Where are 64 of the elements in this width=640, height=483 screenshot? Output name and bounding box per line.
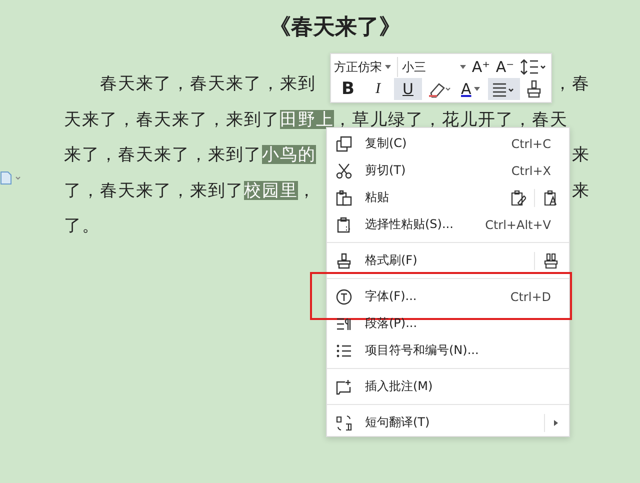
body-text: 了。 (64, 216, 100, 235)
size-dropdown[interactable]: 小三 (400, 57, 468, 77)
italic-button[interactable]: I (367, 78, 389, 100)
body-text: 来 (572, 145, 590, 164)
body-text: 春天来了，春天来了，来到 (100, 74, 316, 93)
menu-item[interactable]: 格式刷(F) (327, 247, 569, 274)
shrink-font-button[interactable]: A⁻ (494, 56, 516, 78)
menu-item[interactable]: 字体(F)... Ctrl+D (327, 283, 569, 310)
scissors-icon (336, 162, 352, 178)
body-text: 天来了，春天来了，来到了 (64, 110, 280, 128)
format-painter-icon (336, 252, 352, 268)
selected-text: 小鸟的 (262, 145, 316, 164)
selected-text: 田野上 (280, 110, 334, 128)
paste-edit-icon[interactable] (510, 190, 526, 206)
bold-button[interactable]: B (337, 78, 359, 100)
clipboard-icon (336, 190, 352, 206)
format-painter-icon[interactable] (525, 80, 543, 98)
shortcut-text: Ctrl+D (510, 290, 551, 304)
translate-icon (336, 414, 352, 430)
menu-item[interactable]: 选择性粘贴(S)... Ctrl+Alt+V (327, 211, 569, 238)
caret-icon (460, 65, 466, 69)
menu-item-label: 段落(P)... (365, 315, 418, 332)
format-painter-icon[interactable] (543, 252, 559, 268)
body-text: ，草儿绿了，花儿开了，春天 (334, 110, 568, 128)
clipboard-icon (336, 216, 352, 232)
body-text: ， (298, 180, 316, 200)
document-title: 《春天来了》 (268, 13, 402, 41)
body-text: 来了，春天来了，来到了 (64, 145, 262, 164)
shortcut-text: Ctrl+X (511, 164, 551, 178)
selected-text: 校园里 (244, 180, 298, 200)
menu-item[interactable]: 剪切(T) Ctrl+X (327, 157, 569, 184)
font-color-button[interactable]: A (461, 78, 483, 100)
menu-item[interactable]: 短句翻译(T) (327, 409, 569, 436)
shortcut-text: Ctrl+Alt+V (485, 218, 551, 232)
caret-icon (385, 65, 391, 69)
body-text: 了，春天来了，来到了 (64, 180, 244, 200)
font-dropdown[interactable]: 方正仿宋 (334, 57, 398, 77)
menu-item-label: 选择性粘贴(S)... (365, 216, 454, 233)
menu-item[interactable]: 段落(P)... (327, 310, 569, 337)
menu-item[interactable]: 复制(C) Ctrl+C (327, 130, 569, 157)
menu-item-label: 字体(F)... (365, 288, 418, 305)
menu-item-label: 剪切(T) (365, 162, 407, 179)
body-text: 来 (572, 180, 590, 200)
add-comment-icon (336, 378, 352, 394)
menu-item-label: 插入批注(M) (365, 378, 434, 395)
menu-item-label: 格式刷(F) (365, 252, 418, 269)
menu-item[interactable]: 粘贴 (327, 184, 569, 211)
line-spacing-icon[interactable] (520, 58, 546, 76)
menu-item[interactable]: 插入批注(M) (327, 373, 569, 400)
body-text: ，春 (554, 74, 590, 93)
caret-icon (474, 87, 480, 91)
menu-item-label: 粘贴 (365, 189, 390, 206)
menu-item-label: 短句翻译(T) (365, 414, 431, 431)
paragraph-icon (336, 316, 352, 332)
font-circle-icon (336, 288, 352, 304)
grow-font-button[interactable]: A⁺ (470, 56, 492, 78)
menu-item-label: 复制(C) (365, 135, 408, 152)
shortcut-text: Ctrl+C (511, 136, 551, 150)
submenu-arrow-icon (553, 418, 559, 426)
bulleted-list-icon (336, 342, 352, 358)
menu-item-label: 项目符号和编号(N)... (365, 342, 480, 359)
paste-text-icon[interactable] (543, 190, 559, 206)
copy-icon (336, 136, 352, 152)
menu-item[interactable]: 项目符号和编号(N)... (327, 337, 569, 364)
